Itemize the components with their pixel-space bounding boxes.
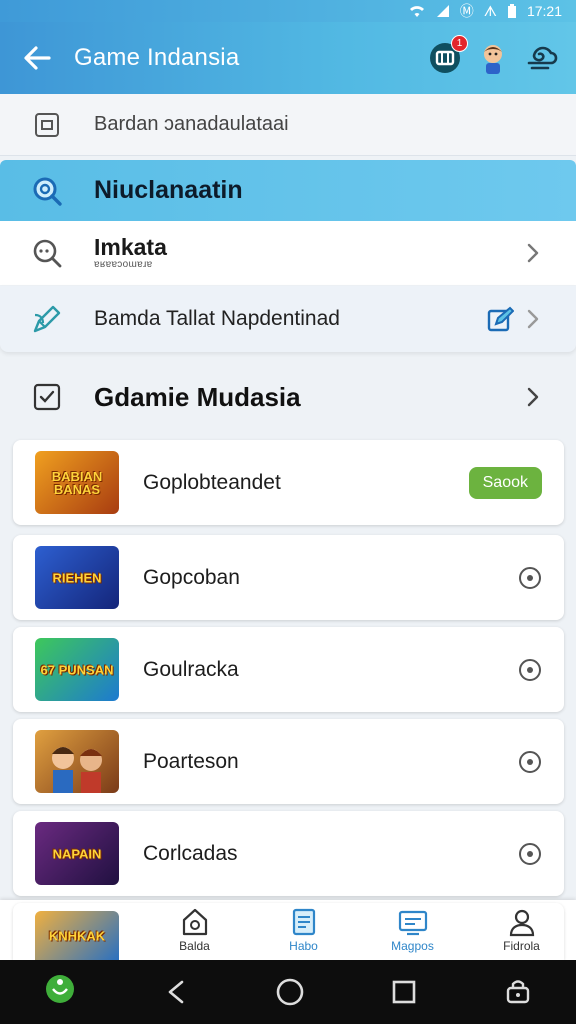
keyboard-toggle-icon[interactable]	[503, 977, 533, 1007]
back-button[interactable]	[0, 22, 74, 94]
back-nav-icon[interactable]	[162, 978, 190, 1006]
signal-icon	[436, 5, 449, 17]
nav-label: Fidrola	[503, 939, 540, 953]
book-icon	[35, 112, 59, 137]
menu-item-1[interactable]: Imkata ɐʁɐɐɔoɯɐɹɐ	[0, 221, 576, 285]
game-name: Goulracka	[143, 657, 239, 681]
menu-item-2[interactable]: Bamda Tallat Napdentinad	[0, 286, 576, 352]
menu-item-highlight[interactable]: Niuclanaatin	[0, 160, 576, 221]
game-name: Goplobteandet	[143, 470, 281, 494]
nav-label: Balda	[179, 939, 210, 953]
search-icon	[33, 177, 62, 206]
arrow-left-icon	[24, 46, 51, 70]
battery-icon	[507, 3, 516, 18]
magnify-icon	[33, 239, 62, 268]
status-bar: Ⓜ ᗑ 17:21	[0, 0, 576, 22]
home-nav-icon[interactable]	[275, 977, 305, 1007]
edit-icon[interactable]	[486, 306, 514, 334]
chevron-right-icon	[527, 309, 539, 329]
game-card[interactable]: 67 PUNSAN Goulracka	[13, 627, 564, 712]
document-icon	[292, 908, 315, 936]
game-thumbnail: 67 PUNSAN	[35, 638, 119, 701]
bottom-navigation: KNHKAK Balda Habo Magpos Fidrola	[0, 900, 576, 960]
download-icon[interactable]	[518, 750, 542, 774]
page-title: Game Indansia	[74, 44, 240, 71]
notification-badge: 1	[451, 35, 468, 52]
checklist-icon	[33, 383, 61, 411]
menu-item-highlight-label: Niuclanaatin	[94, 176, 243, 204]
menu-item-2-label: Bamda Tallat Napdentinad	[94, 307, 340, 330]
notifications-button[interactable]: 1	[428, 35, 468, 75]
menu-item-1-label: Imkata	[94, 234, 167, 260]
section-title: Gdamie Mudasia	[94, 381, 301, 412]
swirl-icon	[527, 46, 558, 70]
menu-item-top-label: Bardan ɔanadaulataai	[94, 113, 289, 135]
network-indicator: ᗑ	[483, 3, 497, 19]
nav-item-docs[interactable]: Habo	[249, 900, 358, 960]
game-thumbnail: NAPAIN	[35, 822, 119, 885]
game-thumbnail	[35, 730, 119, 793]
wifi-icon	[409, 6, 424, 17]
menu-item-top[interactable]: Bardan ɔanadaulataai	[0, 94, 576, 156]
game-thumbnail: KNHKAK	[35, 911, 119, 960]
settings-button[interactable]	[524, 41, 558, 75]
app-bar: Game Indansia 1	[0, 22, 576, 94]
nav-item-shop[interactable]: Magpos	[358, 900, 467, 960]
game-card[interactable]: RIEHEN Gopcoban	[13, 535, 564, 620]
chevron-right-icon	[527, 387, 539, 407]
game-thumbnail: RIEHEN	[35, 546, 119, 609]
characters-art	[52, 747, 102, 793]
download-icon[interactable]	[518, 658, 542, 682]
chevron-right-icon	[527, 243, 539, 263]
avatar[interactable]	[476, 41, 510, 75]
home-icon	[182, 908, 207, 936]
nav-label: Magpos	[391, 939, 434, 953]
game-card[interactable]: Poarteson	[13, 719, 564, 804]
system-navigation-bar	[0, 960, 576, 1024]
carrier-indicator: Ⓜ	[459, 3, 474, 19]
game-card[interactable]: BABIAN BANAS Goplobteandet Saook	[13, 440, 564, 525]
nav-label: Habo	[289, 939, 318, 953]
clock: 17:21	[526, 3, 562, 19]
recents-nav-icon[interactable]	[390, 978, 418, 1006]
nav-item-profile[interactable]: Fidrola	[467, 900, 576, 960]
download-icon[interactable]	[518, 842, 542, 866]
character-avatar-icon	[484, 45, 502, 74]
game-action-button[interactable]: Saook	[468, 466, 542, 499]
assistant-icon[interactable]	[43, 972, 77, 1012]
menu-item-1-sublabel: ɐʁɐɐɔoɯɐɹɐ	[94, 259, 153, 270]
section-header[interactable]: Gdamie Mudasia	[0, 366, 576, 428]
profile-icon	[509, 909, 534, 937]
cart-icon	[398, 910, 427, 936]
game-name: Gopcoban	[143, 565, 240, 589]
nav-item-home[interactable]: Balda	[140, 900, 249, 960]
download-icon[interactable]	[518, 566, 542, 590]
pen-tool-icon	[33, 305, 61, 333]
game-thumbnail: BABIAN BANAS	[35, 451, 119, 514]
game-card[interactable]: NAPAIN Corlcadas	[13, 811, 564, 896]
game-name: Poarteson	[143, 749, 239, 773]
game-name: Corlcadas	[143, 841, 238, 865]
